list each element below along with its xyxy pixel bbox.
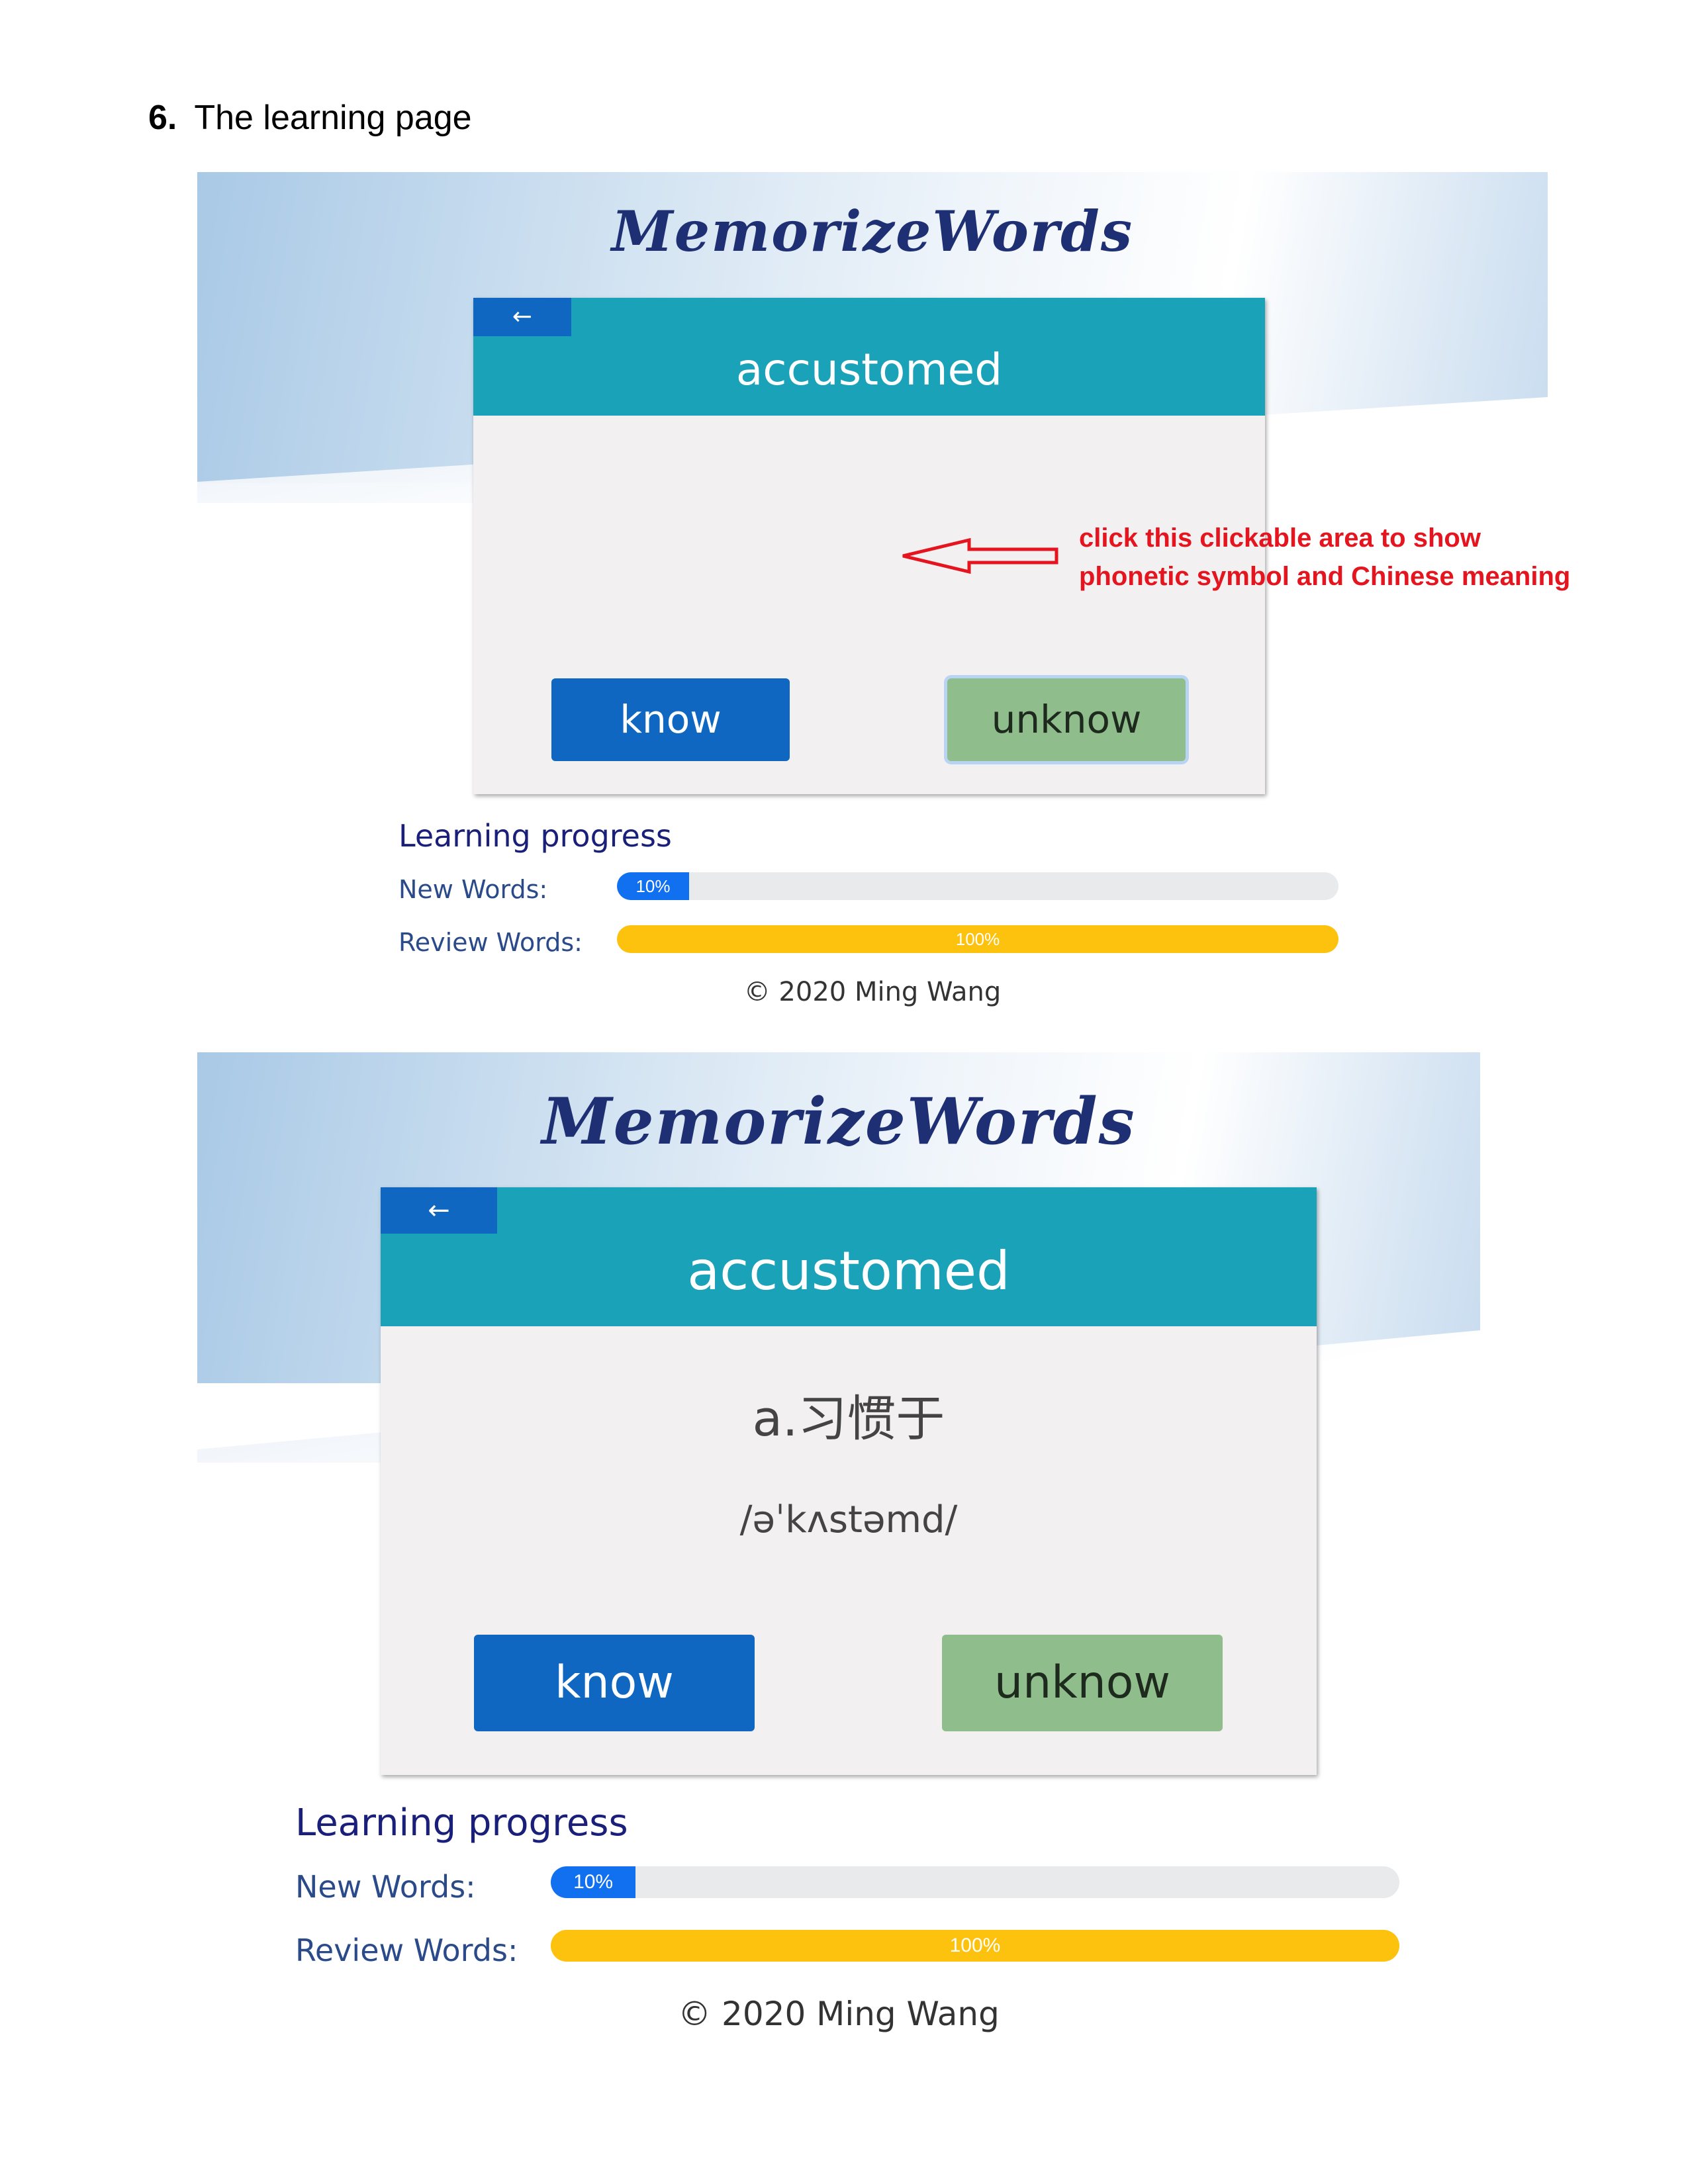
back-button[interactable]: ← xyxy=(473,298,571,336)
review-words-label: Review Words: xyxy=(295,1933,518,1968)
word-header: ← accustomed xyxy=(381,1187,1317,1326)
know-button[interactable]: know xyxy=(551,678,790,761)
app-logo: MemorizeWords xyxy=(611,199,1134,264)
progress-title: Learning progress xyxy=(399,818,672,854)
word-header: ← accustomed xyxy=(473,298,1265,416)
new-words-progress: 10% xyxy=(551,1866,1399,1898)
word-text: accustomed xyxy=(687,1240,1010,1302)
review-words-label: Review Words: xyxy=(399,928,583,957)
copyright: © 2020 Ming Wang xyxy=(743,977,1002,1007)
phonetic-symbol: /əˈkʌstəmd/ xyxy=(739,1498,958,1541)
chinese-meaning: a.习惯于 xyxy=(752,1390,945,1447)
unknow-button[interactable]: unknow xyxy=(942,1635,1223,1731)
app-logo: MemorizeWords xyxy=(541,1084,1136,1159)
progress-title: Learning progress xyxy=(295,1801,628,1844)
know-button[interactable]: know xyxy=(474,1635,755,1731)
new-words-fill: 10% xyxy=(617,872,689,900)
annotation-text: click this clickable area to show phonet… xyxy=(1079,519,1570,596)
back-button[interactable]: ← xyxy=(381,1187,497,1234)
left-arrow-icon xyxy=(902,537,1058,574)
review-words-fill: 100% xyxy=(551,1930,1399,1962)
screenshot-1: MemorizeWords ← accustomed know unknow c… xyxy=(0,0,1688,1085)
unknow-button[interactable]: unknow xyxy=(947,678,1186,761)
annotation-line-2: phonetic symbol and Chinese meaning xyxy=(1079,562,1571,591)
word-card: ← accustomed a.习惯于 /əˈkʌstəmd/ know unkn… xyxy=(381,1187,1317,1775)
new-words-progress: 10% xyxy=(617,872,1338,900)
annotation-line-1: click this clickable area to show xyxy=(1079,523,1481,553)
new-words-fill: 10% xyxy=(551,1866,636,1898)
new-words-label: New Words: xyxy=(399,875,548,904)
review-words-progress: 100% xyxy=(551,1930,1399,1962)
review-words-progress: 100% xyxy=(617,925,1338,953)
new-words-label: New Words: xyxy=(295,1869,476,1905)
review-words-fill: 100% xyxy=(617,925,1338,953)
reveal-area[interactable]: a.习惯于 /əˈkʌstəmd/ xyxy=(381,1326,1317,1604)
copyright: © 2020 Ming Wang xyxy=(678,1995,1000,2033)
screenshot-2: MemorizeWords ← accustomed a.习惯于 /əˈkʌst… xyxy=(0,1052,1688,2085)
word-text: accustomed xyxy=(735,344,1003,395)
